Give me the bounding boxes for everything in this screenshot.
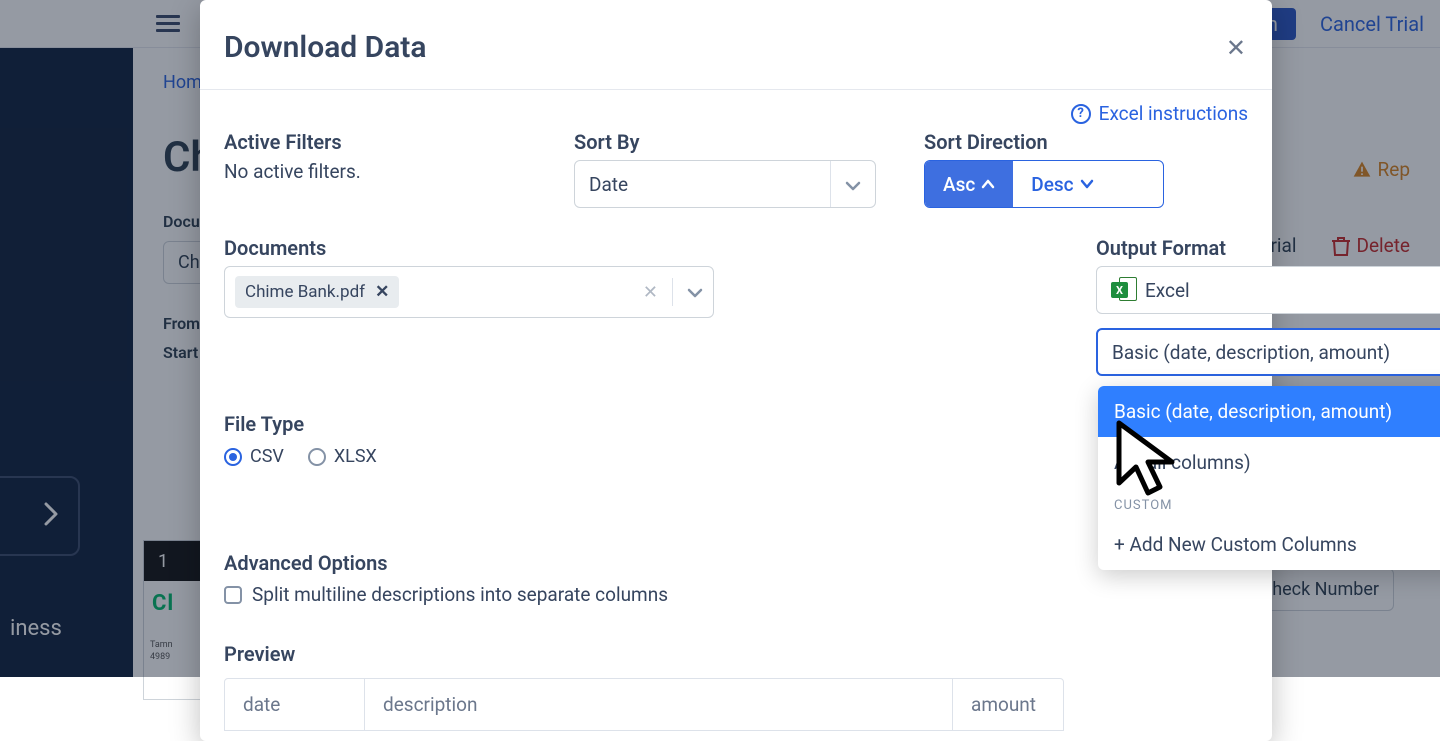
documents-label: Documents bbox=[224, 236, 1064, 260]
modal-title: Download Data bbox=[224, 30, 427, 65]
preview-header-description: description bbox=[365, 679, 953, 730]
file-type-label: File Type bbox=[224, 412, 1064, 436]
multiselect-clear-button[interactable]: ✕ bbox=[643, 282, 658, 303]
dropdown-option-all[interactable]: All (all columns) bbox=[1098, 437, 1440, 488]
help-icon: ? bbox=[1071, 104, 1091, 124]
chip-remove-button[interactable]: ✕ bbox=[375, 282, 389, 302]
preview-header-date: date bbox=[225, 679, 365, 730]
sort-by-value: Date bbox=[589, 173, 628, 196]
excel-instructions-link[interactable]: ? Excel instructions bbox=[1071, 102, 1248, 125]
dropdown-group-custom: CUSTOM bbox=[1098, 488, 1440, 519]
output-format-select[interactable]: X Excel bbox=[1096, 266, 1440, 314]
thumbnail-logo-fragment: Cl bbox=[144, 581, 202, 616]
sidebar-label-fragment: iness bbox=[0, 616, 133, 661]
columns-template-select[interactable]: Basic (date, description, amount) Basic … bbox=[1096, 328, 1440, 376]
output-format-value: Excel bbox=[1145, 279, 1190, 302]
document-chip: Chime Bank.pdf ✕ bbox=[235, 276, 399, 308]
sort-by-label: Sort By bbox=[574, 130, 884, 154]
preview-label: Preview bbox=[224, 642, 1064, 666]
sort-direction-toggle: Asc Desc bbox=[924, 160, 1164, 208]
sort-direction-label: Sort Direction bbox=[924, 130, 1164, 154]
output-format-label: Output Format bbox=[1096, 236, 1440, 260]
excel-icon: X bbox=[1111, 277, 1137, 303]
preview-header-amount: amount bbox=[953, 679, 1063, 730]
sort-by-select[interactable]: Date bbox=[574, 160, 876, 208]
split-multiline-label: Split multiline descriptions into separa… bbox=[252, 583, 668, 606]
sidebar-expand-button[interactable] bbox=[0, 476, 80, 556]
columns-template-dropdown: Basic (date, description, amount) All (a… bbox=[1098, 386, 1440, 570]
chevron-right-icon bbox=[44, 500, 58, 533]
hamburger-icon[interactable] bbox=[156, 15, 180, 32]
thumbnail-page-number: 1 bbox=[144, 541, 202, 581]
warning-icon bbox=[1352, 160, 1372, 180]
documents-multiselect[interactable]: Chime Bank.pdf ✕ ✕ bbox=[224, 266, 714, 318]
dropdown-option-basic[interactable]: Basic (date, description, amount) bbox=[1098, 386, 1440, 437]
split-multiline-checkbox[interactable] bbox=[224, 586, 242, 604]
active-filters-value: No active filters. bbox=[224, 160, 554, 183]
radio-icon bbox=[224, 448, 242, 466]
cancel-trial-link[interactable]: Cancel Trial bbox=[1320, 12, 1424, 36]
radio-icon bbox=[308, 448, 326, 466]
advanced-options-label: Advanced Options bbox=[224, 551, 1064, 575]
dropdown-option-add-custom[interactable]: + Add New Custom Columns bbox=[1098, 519, 1440, 570]
document-thumbnail[interactable]: 1 Cl Tamn 4989 bbox=[143, 540, 203, 700]
preview-table: date description amount bbox=[224, 678, 1064, 731]
chevron-down-icon bbox=[1080, 179, 1094, 189]
close-icon: ✕ bbox=[1226, 34, 1246, 62]
download-data-modal: Download Data ✕ ? Excel instructions Act… bbox=[200, 0, 1272, 741]
document-chip-label: Chime Bank.pdf bbox=[245, 282, 365, 302]
report-warning[interactable]: Rep bbox=[1352, 158, 1410, 181]
chevron-down-icon[interactable] bbox=[687, 283, 703, 302]
modal-close-button[interactable]: ✕ bbox=[1226, 34, 1246, 62]
sort-asc-button[interactable]: Asc bbox=[925, 161, 1013, 207]
columns-template-value: Basic (date, description, amount) bbox=[1112, 341, 1390, 364]
chevron-up-icon bbox=[981, 179, 995, 189]
file-type-csv-radio[interactable]: CSV bbox=[224, 446, 284, 467]
sort-desc-button[interactable]: Desc bbox=[1013, 161, 1111, 207]
file-type-xlsx-radio[interactable]: XLSX bbox=[308, 446, 377, 467]
chevron-down-icon bbox=[845, 173, 861, 196]
thumbnail-meta: Tamn 4989 bbox=[144, 616, 202, 663]
sidebar: iness bbox=[0, 48, 133, 677]
active-filters-label: Active Filters bbox=[224, 130, 554, 154]
